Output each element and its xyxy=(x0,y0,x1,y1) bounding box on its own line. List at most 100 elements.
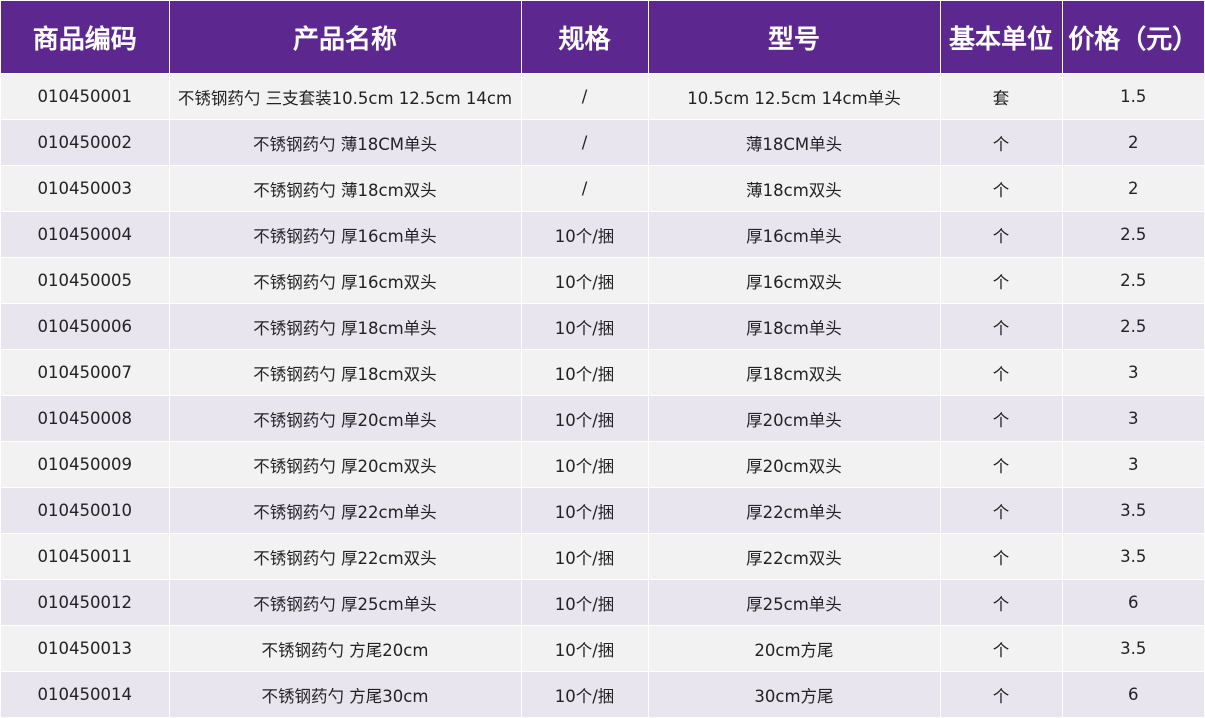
cell-specification: / xyxy=(521,165,649,212)
cell-price: 2.5 xyxy=(1062,257,1204,304)
cell-base-unit: 个 xyxy=(940,257,1063,304)
cell-model: 薄18CM单头 xyxy=(648,119,941,166)
cell-specification: 10个/捆 xyxy=(521,579,649,626)
cell-base-unit: 个 xyxy=(940,165,1063,212)
cell-product-code: 010450004 xyxy=(1,211,170,258)
header-specification: 规格 xyxy=(521,1,649,74)
cell-base-unit: 个 xyxy=(940,579,1063,626)
cell-specification: / xyxy=(521,73,649,120)
cell-price: 3.5 xyxy=(1062,533,1204,580)
cell-specification: 10个/捆 xyxy=(521,395,649,442)
table-row: 010450011 不锈钢药勺 厚22cm双头 10个/捆 厚22cm双头个 3.5 xyxy=(1,533,1204,580)
table-row: 010450004 不锈钢药勺 厚16cm单头 10个/捆 厚16cm单头个 2.5 xyxy=(1,211,1204,258)
cell-product-code: 010450002 xyxy=(1,119,170,166)
cell-model: 厚22cm单头 xyxy=(648,487,941,534)
table-row: 010450012 不锈钢药勺 厚25cm单头 10个/捆 厚25cm单头个 6 xyxy=(1,579,1204,626)
cell-product-code: 010450010 xyxy=(1,487,170,534)
cell-model: 20cm方尾 xyxy=(648,625,941,672)
cell-specification: 10个/捆 xyxy=(521,257,649,304)
table-body: 010450001 不锈钢药勺 三支套装10.5cm 12.5cm 14cm/10… xyxy=(1,73,1204,717)
cell-price: 2 xyxy=(1062,165,1204,212)
cell-base-unit: 个 xyxy=(940,211,1063,258)
cell-specification: 10个/捆 xyxy=(521,533,649,580)
cell-model: 10.5cm 12.5cm 14cm单头 xyxy=(648,73,941,120)
cell-base-unit: 个 xyxy=(940,487,1063,534)
cell-product-code: 010450014 xyxy=(1,671,170,717)
cell-price: 3 xyxy=(1062,349,1204,396)
cell-specification: 10个/捆 xyxy=(521,349,649,396)
cell-model: 厚18cm双头 xyxy=(648,349,941,396)
cell-price: 2.5 xyxy=(1062,211,1204,258)
table-row: 010450008 不锈钢药勺 厚20cm单头 10个/捆 厚20cm单头个 3 xyxy=(1,395,1204,442)
cell-price: 3.5 xyxy=(1062,487,1204,534)
header-model: 型号 xyxy=(648,1,941,74)
cell-model: 厚20cm单头 xyxy=(648,395,941,442)
cell-product-name: 不锈钢药勺 厚18cm双头 xyxy=(169,349,522,396)
cell-product-code: 010450001 xyxy=(1,73,170,120)
table-row: 010450001 不锈钢药勺 三支套装10.5cm 12.5cm 14cm/10… xyxy=(1,73,1204,120)
cell-product-code: 010450003 xyxy=(1,165,170,212)
cell-product-code: 010450008 xyxy=(1,395,170,442)
cell-base-unit: 个 xyxy=(940,671,1063,717)
cell-product-code: 010450005 xyxy=(1,257,170,304)
cell-product-name: 不锈钢药勺 厚16cm单头 xyxy=(169,211,522,258)
cell-product-code: 010450007 xyxy=(1,349,170,396)
cell-price: 6 xyxy=(1062,579,1204,626)
cell-product-name: 不锈钢药勺 方尾30cm xyxy=(169,671,522,717)
cell-model: 厚22cm双头 xyxy=(648,533,941,580)
cell-product-code: 010450011 xyxy=(1,533,170,580)
cell-base-unit: 个 xyxy=(940,441,1063,488)
header-product-name: 产品名称 xyxy=(169,1,522,74)
cell-price: 3 xyxy=(1062,441,1204,488)
cell-price: 3 xyxy=(1062,395,1204,442)
cell-product-name: 不锈钢药勺 厚25cm单头 xyxy=(169,579,522,626)
cell-price: 6 xyxy=(1062,671,1204,717)
cell-base-unit: 套 xyxy=(940,73,1063,120)
cell-price: 1.5 xyxy=(1062,73,1204,120)
cell-product-name: 不锈钢药勺 厚22cm双头 xyxy=(169,533,522,580)
cell-specification: 10个/捆 xyxy=(521,487,649,534)
cell-base-unit: 个 xyxy=(940,625,1063,672)
cell-specification: 10个/捆 xyxy=(521,303,649,350)
cell-specification: / xyxy=(521,119,649,166)
table-row: 010450010 不锈钢药勺 厚22cm单头 10个/捆 厚22cm单头个 3.5 xyxy=(1,487,1204,534)
cell-model: 厚18cm单头 xyxy=(648,303,941,350)
product-price-table: 商品编码 产品名称 规格 型号 基本单位 价格（元） 010450001 不锈钢药… xyxy=(1,1,1204,717)
cell-product-name: 不锈钢药勺 薄18cm双头 xyxy=(169,165,522,212)
cell-price: 3.5 xyxy=(1062,625,1204,672)
table-row: 010450007 不锈钢药勺 厚18cm双头 10个/捆 厚18cm双头个 3 xyxy=(1,349,1204,396)
cell-model: 厚16cm双头 xyxy=(648,257,941,304)
cell-product-name: 不锈钢药勺 三支套装10.5cm 12.5cm 14cm xyxy=(169,73,522,120)
cell-specification: 10个/捆 xyxy=(521,441,649,488)
table-row: 010450013 不锈钢药勺 方尾20cm 10个/捆 20cm方尾个 3.5 xyxy=(1,625,1204,672)
cell-product-code: 010450013 xyxy=(1,625,170,672)
cell-product-code: 010450012 xyxy=(1,579,170,626)
table-row: 010450005 不锈钢药勺 厚16cm双头 10个/捆 厚16cm双头个 2.5 xyxy=(1,257,1204,304)
cell-product-name: 不锈钢药勺 方尾20cm xyxy=(169,625,522,672)
cell-model: 30cm方尾 xyxy=(648,671,941,717)
cell-specification: 10个/捆 xyxy=(521,211,649,258)
cell-base-unit: 个 xyxy=(940,533,1063,580)
cell-base-unit: 个 xyxy=(940,119,1063,166)
table-row: 010450006 不锈钢药勺 厚18cm单头 10个/捆 厚18cm单头个 2.5 xyxy=(1,303,1204,350)
header-product-code: 商品编码 xyxy=(1,1,170,74)
table-header: 商品编码 产品名称 规格 型号 基本单位 价格（元） xyxy=(1,1,1204,74)
cell-product-name: 不锈钢药勺 厚18cm单头 xyxy=(169,303,522,350)
header-price: 价格（元） xyxy=(1062,1,1204,74)
cell-base-unit: 个 xyxy=(940,395,1063,442)
cell-model: 厚16cm单头 xyxy=(648,211,941,258)
table-row: 010450009 不锈钢药勺 厚20cm双头 10个/捆 厚20cm双头个 3 xyxy=(1,441,1204,488)
cell-specification: 10个/捆 xyxy=(521,625,649,672)
cell-specification: 10个/捆 xyxy=(521,671,649,717)
cell-model: 厚25cm单头 xyxy=(648,579,941,626)
table-row: 010450014 不锈钢药勺 方尾30cm 10个/捆 30cm方尾个 6 xyxy=(1,671,1204,717)
table-row: 010450002 不锈钢药勺 薄18CM单头 / 薄18CM单头个 2 xyxy=(1,119,1204,166)
cell-model: 薄18cm双头 xyxy=(648,165,941,212)
cell-model: 厚20cm双头 xyxy=(648,441,941,488)
cell-product-name: 不锈钢药勺 厚16cm双头 xyxy=(169,257,522,304)
cell-product-name: 不锈钢药勺 厚22cm单头 xyxy=(169,487,522,534)
table-row: 010450003 不锈钢药勺 薄18cm双头 / 薄18cm双头个 2 xyxy=(1,165,1204,212)
cell-price: 2 xyxy=(1062,119,1204,166)
header-row: 商品编码 产品名称 规格 型号 基本单位 价格（元） xyxy=(1,1,1204,74)
cell-base-unit: 个 xyxy=(940,349,1063,396)
